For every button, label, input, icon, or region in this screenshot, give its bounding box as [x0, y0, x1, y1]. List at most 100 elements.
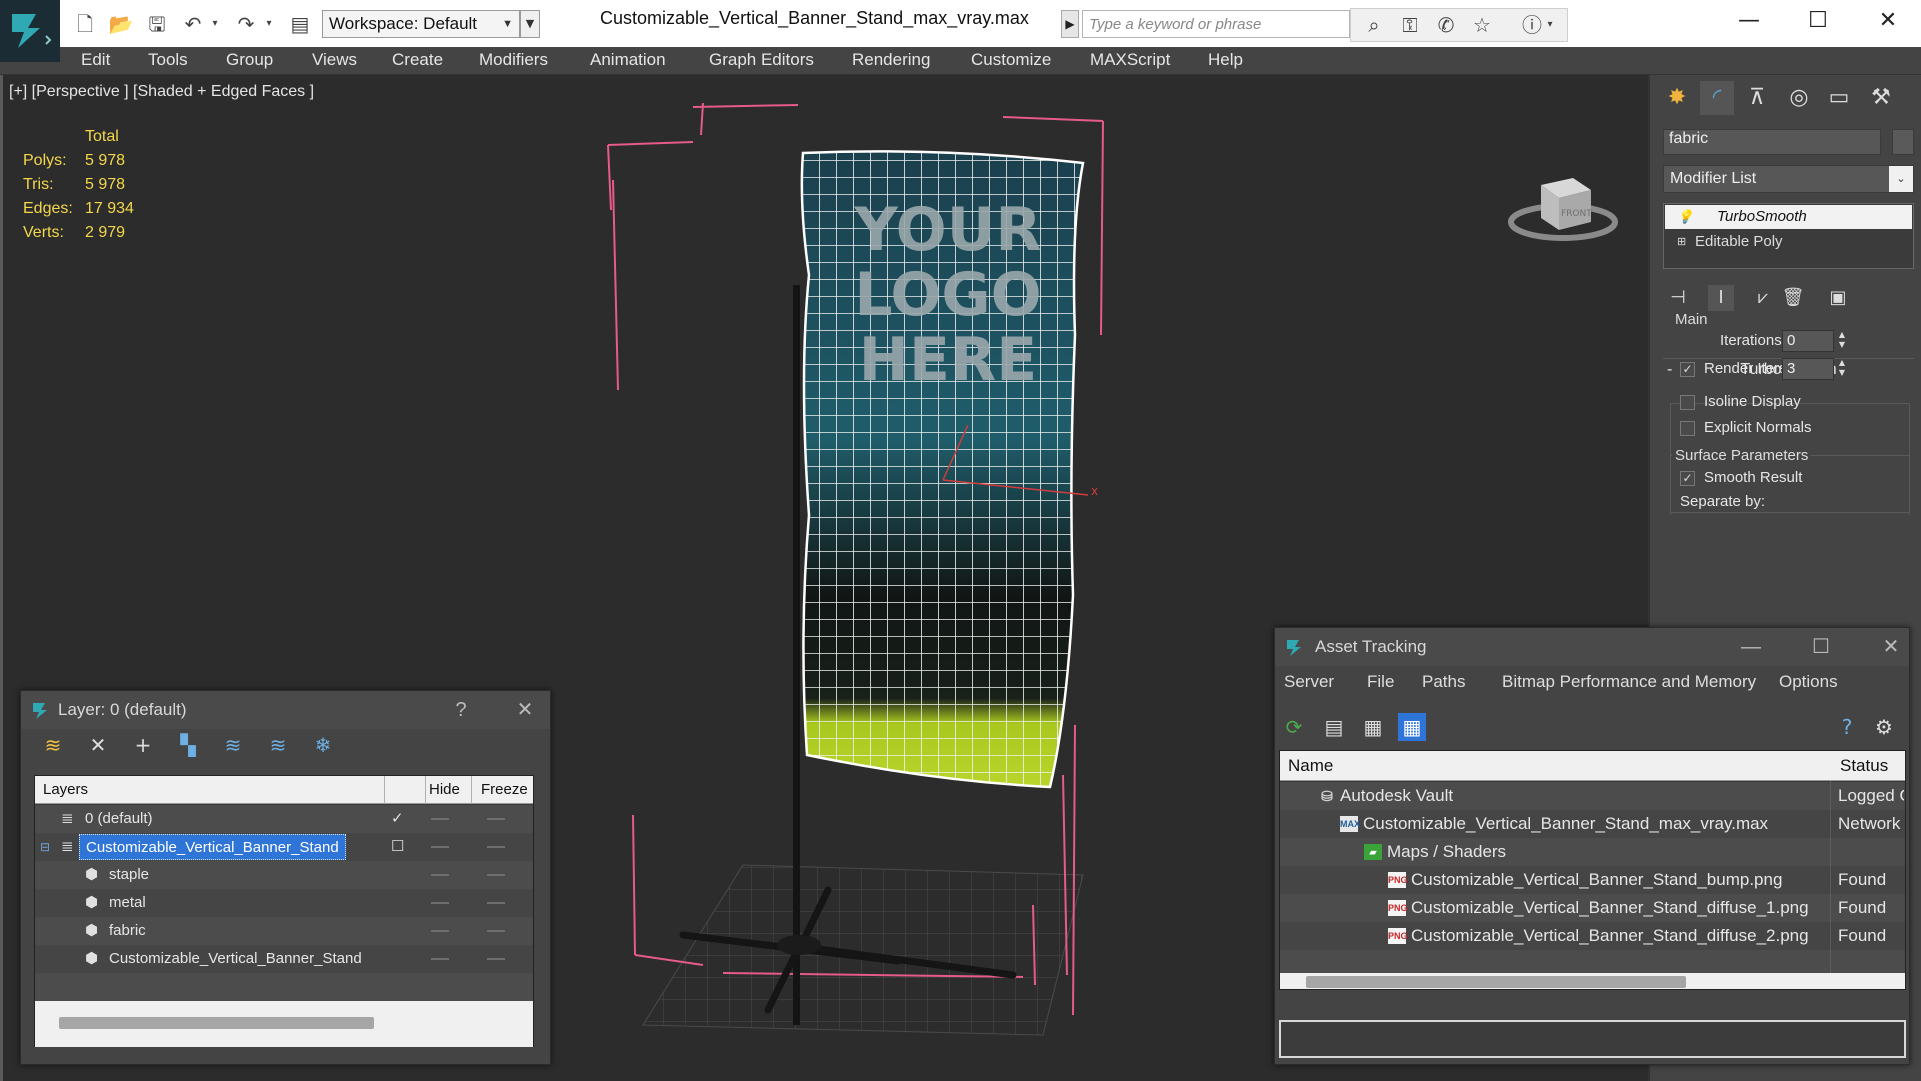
workspace-select[interactable]: Workspace: Default ▼: [322, 10, 520, 38]
asset-path-field[interactable]: [1279, 1020, 1906, 1058]
search-input[interactable]: [1082, 10, 1350, 38]
help-button[interactable]: ?: [441, 691, 481, 729]
freeze-toggle[interactable]: [487, 930, 505, 932]
modifier-list-dropdown[interactable]: Modifier List ⌄: [1663, 165, 1914, 193]
create-layer-icon[interactable]: ≋: [39, 731, 67, 759]
minimize-button[interactable]: —: [1731, 628, 1771, 666]
column-header-status[interactable]: Status: [1840, 756, 1888, 776]
menu-tools[interactable]: Tools: [148, 50, 188, 70]
table-row[interactable]: ⬢ Customizable_Vertical_Banner_Stand: [35, 945, 533, 973]
horizontal-scrollbar-track[interactable]: [1280, 973, 1905, 989]
render-iters-spinner[interactable]: 3: [1782, 358, 1834, 380]
highlight-selected-icon[interactable]: ≋: [219, 731, 247, 759]
table-row[interactable]: PNG Customizable_Vertical_Banner_Stand_d…: [1280, 894, 1905, 922]
app-logo-icon[interactable]: [0, 0, 60, 62]
binoculars-icon[interactable]: ⌕: [1361, 12, 1387, 38]
freeze-toggle[interactable]: [487, 902, 505, 904]
favorites-star-icon[interactable]: ☆: [1469, 12, 1495, 38]
iterations-spinner-arrows[interactable]: ▲ ▼: [1836, 330, 1848, 352]
hierarchy-tab-icon[interactable]: ⊼: [1740, 81, 1774, 115]
hide-toggle[interactable]: [431, 818, 449, 820]
isoline-display-checkbox[interactable]: [1680, 395, 1695, 410]
render-iters-checkbox[interactable]: ✓: [1680, 362, 1695, 377]
freeze-toggle[interactable]: [487, 846, 505, 848]
freeze-unfreeze-all-icon[interactable]: ❄: [309, 731, 337, 759]
undo-icon[interactable]: ↶: [180, 11, 206, 37]
make-unique-icon[interactable]: ⩗: [1750, 285, 1776, 311]
undo-dropdown-icon[interactable]: ▾: [208, 11, 222, 37]
minimize-button[interactable]: —: [1724, 4, 1774, 38]
key-icon[interactable]: ⚿: [1397, 12, 1423, 38]
project-folder-icon[interactable]: ▤: [287, 11, 313, 37]
horizontal-scrollbar-thumb[interactable]: [1306, 976, 1686, 988]
menu-views[interactable]: Views: [312, 50, 357, 70]
hide-toggle[interactable]: [431, 930, 449, 932]
table-row[interactable]: ⛁ Autodesk Vault Logged Out: [1280, 782, 1905, 810]
list-view-icon[interactable]: ▤: [1320, 713, 1348, 741]
layer-dialog-titlebar[interactable]: Layer: 0 (default) ? ✕: [21, 691, 550, 729]
pin-stack-icon[interactable]: ⊣: [1665, 285, 1691, 311]
table-row[interactable]: ⊟ ≣ Customizable_Vertical_Banner_Stand ☐: [35, 833, 533, 861]
motion-tab-icon[interactable]: ◎: [1782, 81, 1816, 115]
redo-dropdown-icon[interactable]: ▾: [262, 11, 276, 37]
render-iters-spinner-arrows[interactable]: ▲ ▼: [1836, 358, 1848, 380]
hide-toggle[interactable]: [431, 874, 449, 876]
search-expand-icon[interactable]: ▶: [1061, 10, 1079, 38]
iterations-spinner[interactable]: 0: [1782, 330, 1834, 352]
asset-menu-file[interactable]: File: [1367, 672, 1394, 692]
column-header-freeze[interactable]: Freeze: [481, 781, 528, 798]
maximize-button[interactable]: ☐: [1793, 4, 1843, 38]
save-icon[interactable]: 🖫: [144, 11, 170, 37]
menu-rendering[interactable]: Rendering: [852, 50, 930, 70]
refresh-icon[interactable]: ⟳: [1280, 713, 1308, 741]
stack-item-turbosmooth[interactable]: 💡 TurboSmooth: [1665, 205, 1912, 229]
lightbulb-icon[interactable]: 💡: [1677, 205, 1693, 229]
delete-layer-icon[interactable]: ✕: [84, 731, 112, 759]
collapse-icon[interactable]: ⊟: [40, 833, 50, 861]
active-layer-check-icon[interactable]: ✓: [391, 805, 404, 833]
freeze-toggle[interactable]: [487, 818, 505, 820]
utilities-tab-icon[interactable]: ⚒: [1864, 81, 1898, 115]
menu-create[interactable]: Create: [392, 50, 443, 70]
freeze-toggle[interactable]: [487, 958, 505, 960]
stack-item-editable-poly[interactable]: ⊞ Editable Poly: [1665, 230, 1912, 254]
menu-help[interactable]: Help: [1208, 50, 1243, 70]
display-tab-icon[interactable]: ▭: [1822, 81, 1856, 115]
menu-edit[interactable]: Edit: [81, 50, 110, 70]
horizontal-scrollbar-thumb[interactable]: [59, 1017, 374, 1029]
help-icon[interactable]: ⓘ: [1519, 12, 1545, 38]
expand-plus-icon[interactable]: ⊞: [1677, 230, 1691, 254]
communication-icon[interactable]: ✆: [1433, 12, 1459, 38]
hide-toggle[interactable]: [431, 958, 449, 960]
open-file-icon[interactable]: 📂: [108, 11, 134, 37]
select-objects-icon[interactable]: ▚: [174, 731, 202, 759]
set-active-layer-icon[interactable]: ☐: [391, 833, 404, 861]
table-row[interactable]: MAX Customizable_Vertical_Banner_Stand_m…: [1280, 810, 1905, 838]
column-header-hide[interactable]: Hide: [429, 781, 460, 798]
hide-unhide-all-icon[interactable]: ≋: [264, 731, 292, 759]
asset-menu-options[interactable]: Options: [1779, 672, 1838, 692]
close-button[interactable]: ✕: [1871, 628, 1911, 666]
hide-toggle[interactable]: [431, 846, 449, 848]
table-row[interactable]: PNG Customizable_Vertical_Banner_Stand_b…: [1280, 866, 1905, 894]
column-header-name[interactable]: Name: [1288, 756, 1333, 776]
maximize-button[interactable]: ☐: [1801, 628, 1841, 666]
object-color-swatch[interactable]: [1892, 129, 1914, 155]
menu-animation[interactable]: Animation: [590, 50, 666, 70]
close-button[interactable]: ✕: [505, 691, 545, 729]
menu-modifiers[interactable]: Modifiers: [479, 50, 548, 70]
object-name-field[interactable]: fabric: [1663, 129, 1881, 155]
highlight-editor-icon[interactable]: ⚙: [1870, 713, 1898, 741]
asset-menu-paths[interactable]: Paths: [1422, 672, 1465, 692]
hide-toggle[interactable]: [431, 902, 449, 904]
horizontal-scrollbar-track[interactable]: [35, 1001, 533, 1047]
help-icon[interactable]: ?: [1833, 713, 1861, 741]
viewcube[interactable]: FRONT: [1508, 178, 1618, 241]
redo-icon[interactable]: ↷: [233, 11, 259, 37]
table-row[interactable]: ⬢ fabric: [35, 917, 533, 945]
menu-maxscript[interactable]: MAXScript: [1090, 50, 1170, 70]
table-view-icon[interactable]: ▦: [1398, 713, 1426, 741]
column-header-layers[interactable]: Layers: [43, 781, 88, 798]
table-row[interactable]: ▰ Maps / Shaders: [1280, 838, 1905, 866]
table-row[interactable]: ⬢ staple: [35, 861, 533, 889]
